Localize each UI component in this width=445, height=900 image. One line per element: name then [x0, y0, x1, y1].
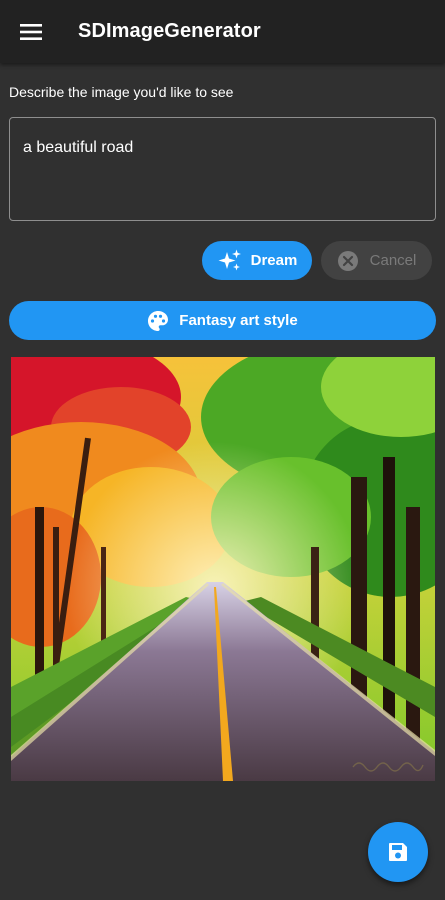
palette-icon — [147, 310, 169, 332]
cancel-button[interactable]: Cancel — [321, 241, 432, 280]
prompt-input[interactable]: a beautiful road — [23, 138, 422, 200]
sparkles-icon — [217, 248, 243, 274]
prompt-field[interactable]: a beautiful road — [9, 117, 436, 221]
dream-label: Dream — [250, 252, 298, 269]
app-bar: SDImageGenerator — [0, 0, 445, 63]
app-screen: SDImageGenerator Describe the image you'… — [0, 0, 445, 900]
save-fab[interactable] — [368, 822, 428, 882]
cancel-icon — [337, 250, 359, 272]
generated-image — [11, 357, 435, 781]
menu-icon — [20, 23, 42, 40]
dream-button[interactable]: Dream — [202, 241, 312, 280]
style-button[interactable]: Fantasy art style — [9, 301, 436, 340]
save-icon — [389, 843, 407, 861]
menu-button[interactable] — [0, 0, 62, 63]
app-title: SDImageGenerator — [78, 20, 261, 42]
prompt-label: Describe the image you'd like to see — [9, 84, 234, 100]
style-label: Fantasy art style — [179, 312, 298, 329]
cancel-label: Cancel — [369, 252, 417, 269]
